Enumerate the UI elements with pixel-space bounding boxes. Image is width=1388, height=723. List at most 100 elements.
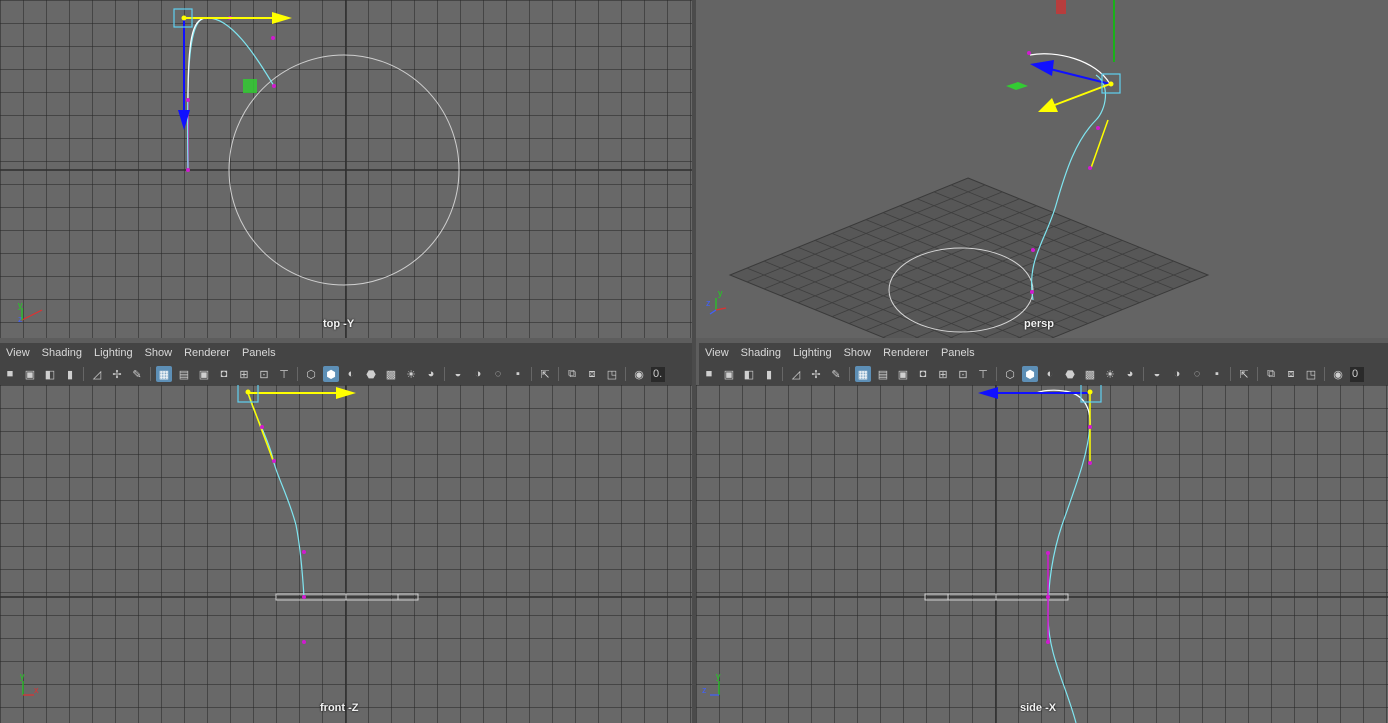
film-gate-icon[interactable]: ▤: [176, 366, 192, 382]
camera-select-icon[interactable]: ◧: [42, 366, 58, 382]
exposure-field[interactable]: 0: [1350, 366, 1364, 382]
screen-space-ao-icon[interactable]: ◒: [450, 366, 466, 382]
cv-point[interactable]: [186, 168, 190, 172]
cv-point[interactable]: [1030, 290, 1034, 294]
motion-blur-icon[interactable]: ◑: [1169, 366, 1185, 382]
field-chart-icon[interactable]: ⊞: [236, 366, 252, 382]
anti-alias-icon[interactable]: ◌: [1189, 366, 1205, 382]
lights-icon[interactable]: ☀: [403, 366, 419, 382]
cv-point[interactable]: [186, 98, 190, 102]
cv-point[interactable]: [1096, 126, 1100, 130]
move-z-arrow[interactable]: [978, 387, 998, 399]
wireframe-on-shaded-icon[interactable]: ◐: [1042, 366, 1058, 382]
image-plane-icon[interactable]: ◿: [89, 366, 105, 382]
selected-curve-segment[interactable]: [1035, 389, 1091, 426]
gate-mask-icon[interactable]: ◘: [915, 366, 931, 382]
menu-renderer[interactable]: Renderer: [883, 347, 929, 359]
move-x-arrow[interactable]: [272, 12, 292, 24]
wireframe-icon[interactable]: ⬡: [1002, 366, 1018, 382]
move-plane-handle[interactable]: [1056, 0, 1066, 14]
xray-active-icon[interactable]: ⧈: [1283, 366, 1299, 382]
isolate-select-icon[interactable]: ⇱: [1236, 366, 1252, 382]
exposure-icon[interactable]: ◉: [631, 366, 647, 382]
menu-renderer[interactable]: Renderer: [184, 347, 230, 359]
exposure-icon[interactable]: ◉: [1330, 366, 1346, 382]
camera-attributes-icon[interactable]: ▣: [721, 366, 737, 382]
menu-view[interactable]: View: [705, 347, 729, 359]
bookmark-icon[interactable]: ▮: [62, 366, 78, 382]
move-x-arrow[interactable]: [1038, 98, 1058, 112]
move-plane-handle[interactable]: [243, 79, 257, 93]
shadows-icon[interactable]: ◕: [1122, 366, 1138, 382]
menu-shading[interactable]: Shading: [741, 347, 781, 359]
motion-blur-icon[interactable]: ◑: [470, 366, 486, 382]
camera-select-icon[interactable]: ◧: [741, 366, 757, 382]
hud-icon[interactable]: ◳: [1303, 366, 1319, 382]
safe-action-icon[interactable]: ⊡: [955, 366, 971, 382]
cv-point[interactable]: [1088, 425, 1092, 429]
menu-show[interactable]: Show: [145, 347, 173, 359]
safe-title-icon[interactable]: ⊤: [975, 366, 991, 382]
grease-pencil-icon[interactable]: ✎: [828, 366, 844, 382]
shadows-icon[interactable]: ◕: [423, 366, 439, 382]
textured-icon[interactable]: ▩: [1082, 366, 1098, 382]
cv-point[interactable]: [1031, 248, 1035, 252]
bookmark-icon[interactable]: ▮: [761, 366, 777, 382]
xray-joints-icon[interactable]: ⧉: [564, 366, 580, 382]
image-plane-icon[interactable]: ◿: [788, 366, 804, 382]
depth-of-field-icon[interactable]: ▪: [510, 366, 526, 382]
menu-panels[interactable]: Panels: [242, 347, 276, 359]
cv-point[interactable]: [1046, 640, 1050, 644]
menu-view[interactable]: View: [6, 347, 30, 359]
xray-icon[interactable]: ⬣: [363, 366, 379, 382]
field-chart-icon[interactable]: ⊞: [935, 366, 951, 382]
cv-point[interactable]: [1027, 51, 1031, 55]
move-z-arrow[interactable]: [1030, 60, 1054, 76]
film-gate-icon[interactable]: ▤: [875, 366, 891, 382]
camera-attributes-icon[interactable]: ▣: [22, 366, 38, 382]
viewport-persp[interactable]: y z persp: [696, 0, 1388, 338]
cv-point[interactable]: [1046, 595, 1050, 599]
camera-icon[interactable]: ■: [701, 366, 717, 382]
move-plane-handle[interactable]: [1006, 82, 1028, 90]
grid-icon[interactable]: ▦: [855, 366, 871, 382]
2d-pan-zoom-icon[interactable]: ✢: [808, 366, 824, 382]
nurbs-curve[interactable]: [247, 392, 305, 598]
cv-point[interactable]: [1088, 461, 1092, 465]
safe-title-icon[interactable]: ⊤: [276, 366, 292, 382]
screen-space-ao-icon[interactable]: ◒: [1149, 366, 1165, 382]
cv-point[interactable]: [302, 550, 306, 554]
textured-icon[interactable]: ▩: [383, 366, 399, 382]
camera-icon[interactable]: ■: [2, 366, 18, 382]
smooth-shade-icon[interactable]: ⬢: [323, 366, 339, 382]
nurbs-curve[interactable]: [1047, 390, 1091, 723]
lights-icon[interactable]: ☀: [1102, 366, 1118, 382]
xray-icon[interactable]: ⬣: [1062, 366, 1078, 382]
nurbs-curve[interactable]: [186, 17, 275, 171]
resolution-gate-icon[interactable]: ▣: [895, 366, 911, 382]
safe-action-icon[interactable]: ⊡: [256, 366, 272, 382]
xray-active-icon[interactable]: ⧈: [584, 366, 600, 382]
selected-curve-segment[interactable]: [187, 17, 206, 101]
depth-of-field-icon[interactable]: ▪: [1209, 366, 1225, 382]
viewport-side[interactable]: y z side -X: [696, 385, 1388, 723]
cv-point[interactable]: [271, 36, 275, 40]
gate-mask-icon[interactable]: ◘: [216, 366, 232, 382]
exposure-field[interactable]: 0.: [651, 366, 665, 382]
move-z-axis[interactable]: [1045, 67, 1111, 85]
menu-lighting[interactable]: Lighting: [793, 347, 832, 359]
wireframe-on-shaded-icon[interactable]: ◐: [343, 366, 359, 382]
menu-shading[interactable]: Shading: [42, 347, 82, 359]
cv-point[interactable]: [1046, 551, 1050, 555]
isolate-select-icon[interactable]: ⇱: [537, 366, 553, 382]
menu-show[interactable]: Show: [844, 347, 872, 359]
xray-joints-icon[interactable]: ⧉: [1263, 366, 1279, 382]
viewport-top[interactable]: y z top -Y: [0, 0, 692, 338]
resolution-gate-icon[interactable]: ▣: [196, 366, 212, 382]
cv-point[interactable]: [260, 425, 264, 429]
grease-pencil-icon[interactable]: ✎: [129, 366, 145, 382]
hud-icon[interactable]: ◳: [604, 366, 620, 382]
menu-lighting[interactable]: Lighting: [94, 347, 133, 359]
smooth-shade-icon[interactable]: ⬢: [1022, 366, 1038, 382]
grid-icon[interactable]: ▦: [156, 366, 172, 382]
